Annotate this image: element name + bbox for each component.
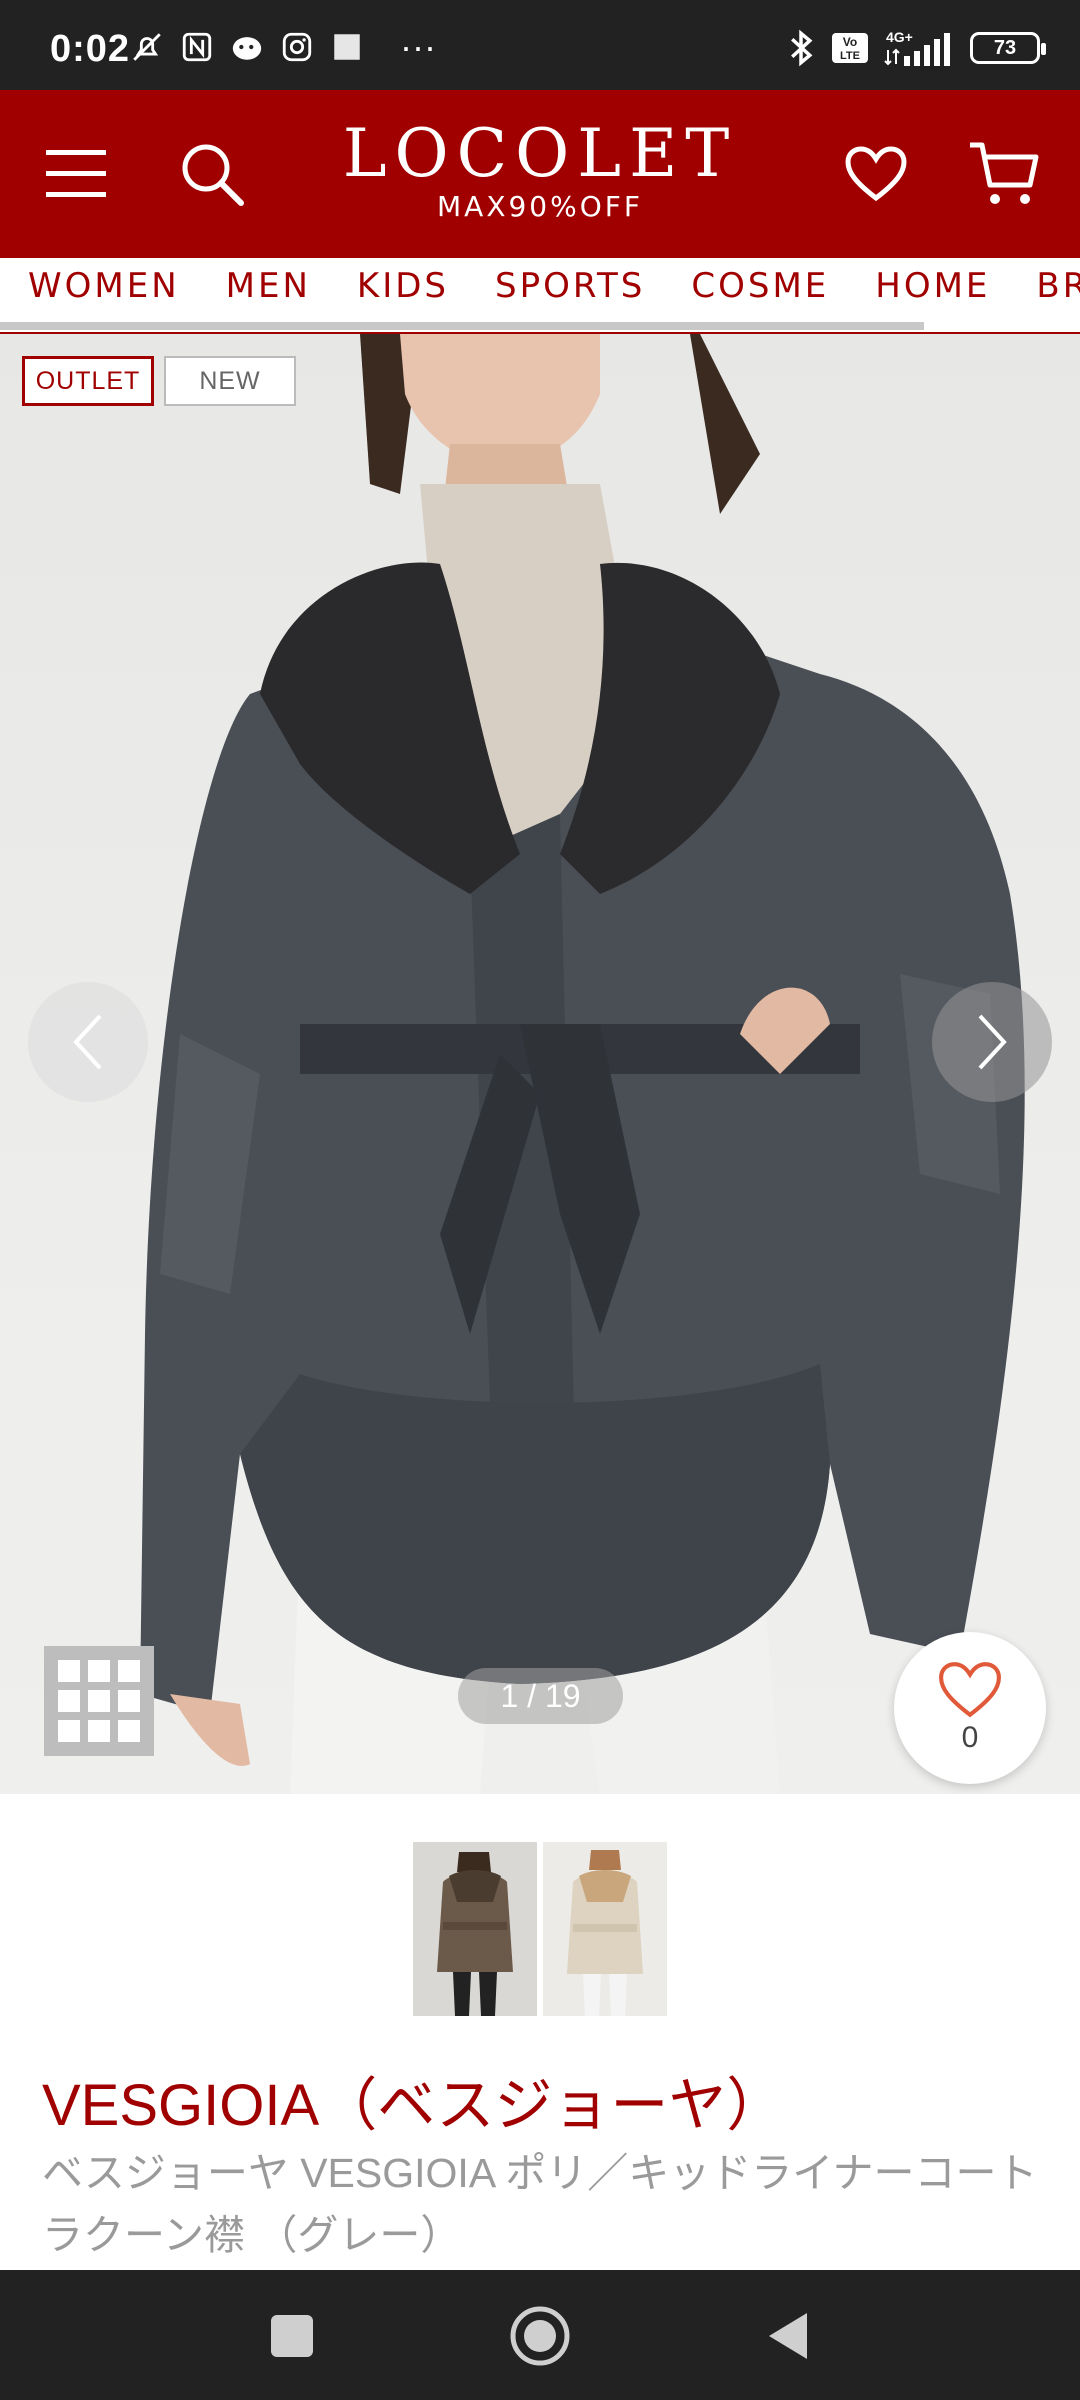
search-button[interactable] <box>168 130 256 218</box>
category-sports[interactable]: SPORTS <box>495 266 645 306</box>
category-men[interactable]: MEN <box>226 266 311 306</box>
battery-level: 73 <box>993 36 1017 59</box>
next-image-button[interactable] <box>932 982 1052 1102</box>
image-grid-button[interactable] <box>44 1646 154 1756</box>
site-logo[interactable]: LOCOLET MAX90%OFF <box>290 118 790 224</box>
variant-photo-brown <box>413 1842 537 2016</box>
svg-text:4G+: 4G+ <box>886 29 913 45</box>
new-tag: NEW <box>164 356 296 406</box>
menu-button[interactable] <box>32 130 120 218</box>
variant-thumbnail-brown[interactable] <box>413 1842 537 2016</box>
cart-icon <box>970 142 1039 204</box>
app-notification-icon <box>232 37 262 60</box>
previous-image-button[interactable] <box>28 982 148 1102</box>
category-women[interactable]: WOMEN <box>28 266 180 306</box>
color-variant-thumbnails <box>0 1794 1080 2034</box>
nfc-icon <box>182 32 212 62</box>
outlet-tag: OUTLET <box>22 356 154 406</box>
svg-text:Vo: Vo <box>843 35 857 49</box>
hamburger-icon <box>46 150 106 197</box>
product-title: ベスジョーヤ VESGIOIA ポリ／キッドライナーコート ラクーン襟 （グレー… <box>42 2150 1038 2258</box>
grid-icon <box>58 1660 80 1682</box>
volte-icon: VoLTE <box>832 33 868 63</box>
instagram-icon <box>282 32 312 62</box>
search-icon <box>182 144 244 206</box>
bluetooth-icon <box>791 29 813 67</box>
product-image-carousel[interactable]: OUTLET NEW 1 / 19 0 <box>0 334 1080 1794</box>
heart-icon <box>845 146 907 202</box>
chevron-right-icon <box>978 1014 1007 1070</box>
variant-thumbnail-beige[interactable] <box>543 1842 667 2016</box>
svg-text:LTE: LTE <box>840 50 860 62</box>
category-scrollbar[interactable] <box>0 322 924 330</box>
product-photo <box>140 334 1025 1794</box>
status-bar: 0:02 ··· Vo LTE 4G+ 73 <box>0 0 1080 90</box>
favorite-toggle[interactable]: 0 <box>894 1632 1046 1784</box>
heart-outline-icon <box>939 1662 1001 1718</box>
recents-button[interactable] <box>256 2300 328 2372</box>
favorite-count: 0 <box>961 1721 979 1754</box>
chevron-left-icon <box>73 1014 102 1070</box>
more-notifications-icon: ··· <box>400 26 436 67</box>
signal-icon: 4G+ <box>884 29 950 66</box>
battery-icon: 73 <box>970 32 1046 64</box>
logo-name: LOCOLET <box>342 115 738 192</box>
site-header: LOCOLET MAX90%OFF <box>0 90 1080 258</box>
category-nav: WOMEN MEN KIDS SPORTS COSME HOME BRA <box>0 258 1080 334</box>
category-home[interactable]: HOME <box>875 266 990 306</box>
category-brand[interactable]: BRA <box>1036 266 1080 306</box>
image-counter: 1 / 19 <box>458 1668 623 1724</box>
status-notification-icons: ··· <box>130 26 436 67</box>
favorites-button[interactable] <box>832 130 920 218</box>
status-system-icons: Vo LTE 4G+ 73 <box>786 28 1046 68</box>
brand-name[interactable]: VESGIOIA（ベスジョーヤ） <box>42 2058 784 2142</box>
cart-button[interactable] <box>960 130 1048 218</box>
mute-bell-icon <box>133 33 161 61</box>
recents-icon <box>271 2315 313 2357</box>
back-button[interactable] <box>752 2300 824 2372</box>
category-kids[interactable]: KIDS <box>357 266 449 306</box>
variant-photo-beige <box>543 1842 667 2016</box>
system-nav-bar <box>0 2270 1080 2400</box>
home-icon <box>510 2306 570 2366</box>
category-cosme[interactable]: COSME <box>691 266 829 306</box>
square-notification-icon <box>334 34 360 60</box>
status-time: 0:02 <box>50 28 131 70</box>
logo-tagline: MAX90%OFF <box>437 190 643 223</box>
back-icon <box>769 2313 807 2359</box>
home-button[interactable] <box>504 2300 576 2372</box>
